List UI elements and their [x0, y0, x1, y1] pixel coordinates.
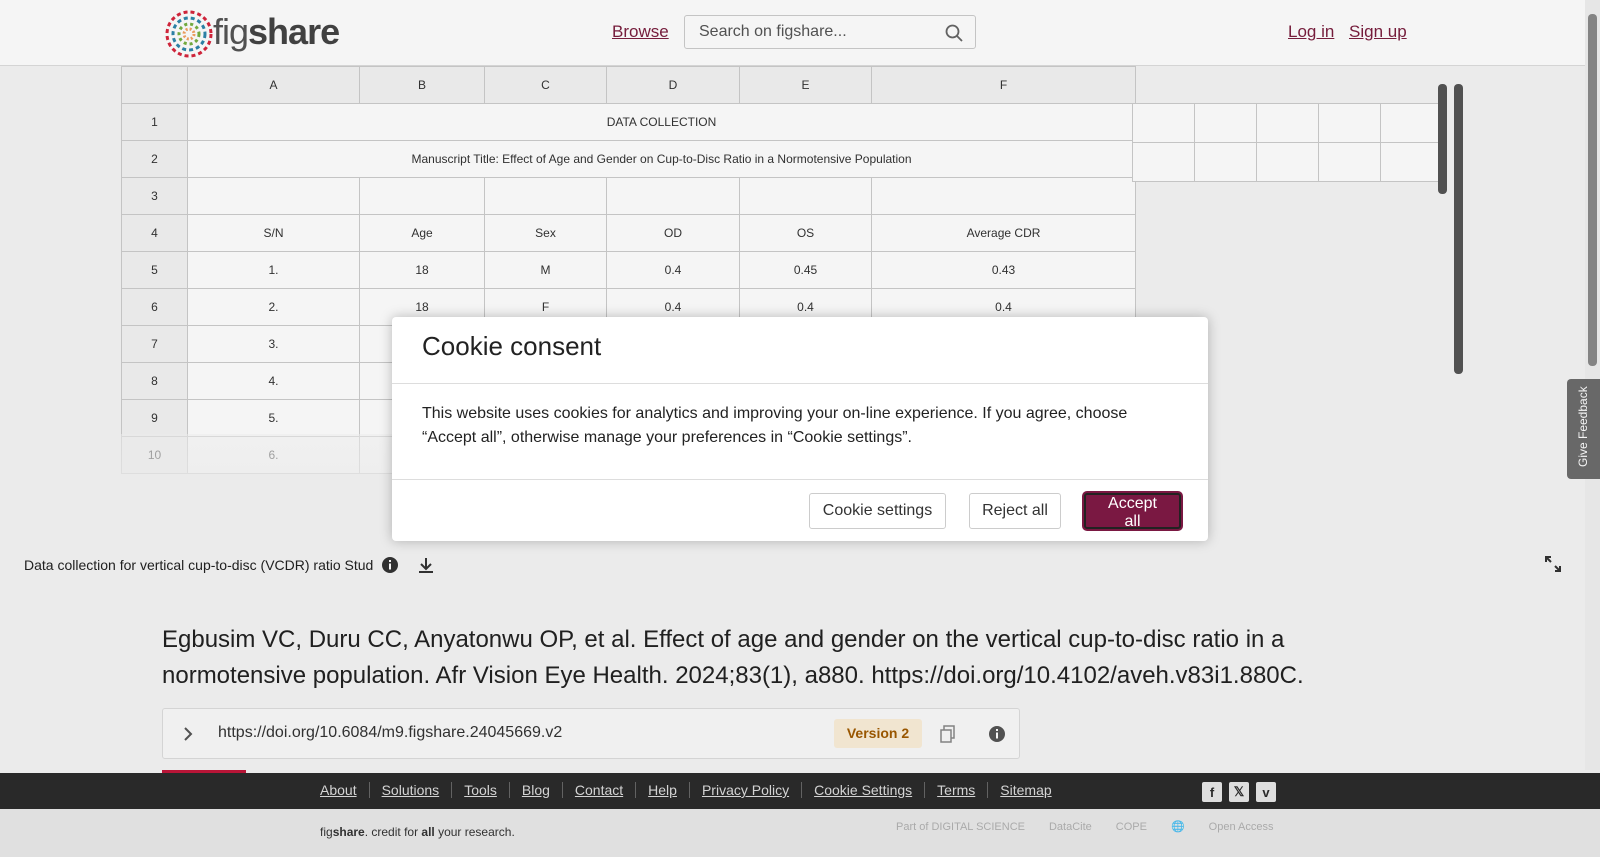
- accept-all-button[interactable]: Accept all: [1084, 493, 1181, 530]
- dialog-title: Cookie consent: [422, 331, 602, 361]
- divider: [392, 383, 1208, 384]
- divider: [392, 479, 1208, 480]
- dialog-body: This website uses cookies for analytics …: [422, 405, 1128, 446]
- reject-all-button[interactable]: Reject all: [969, 493, 1061, 529]
- cookie-settings-button[interactable]: Cookie settings: [809, 493, 946, 529]
- cookie-consent-dialog: Cookie consent This website uses cookies…: [392, 317, 1208, 541]
